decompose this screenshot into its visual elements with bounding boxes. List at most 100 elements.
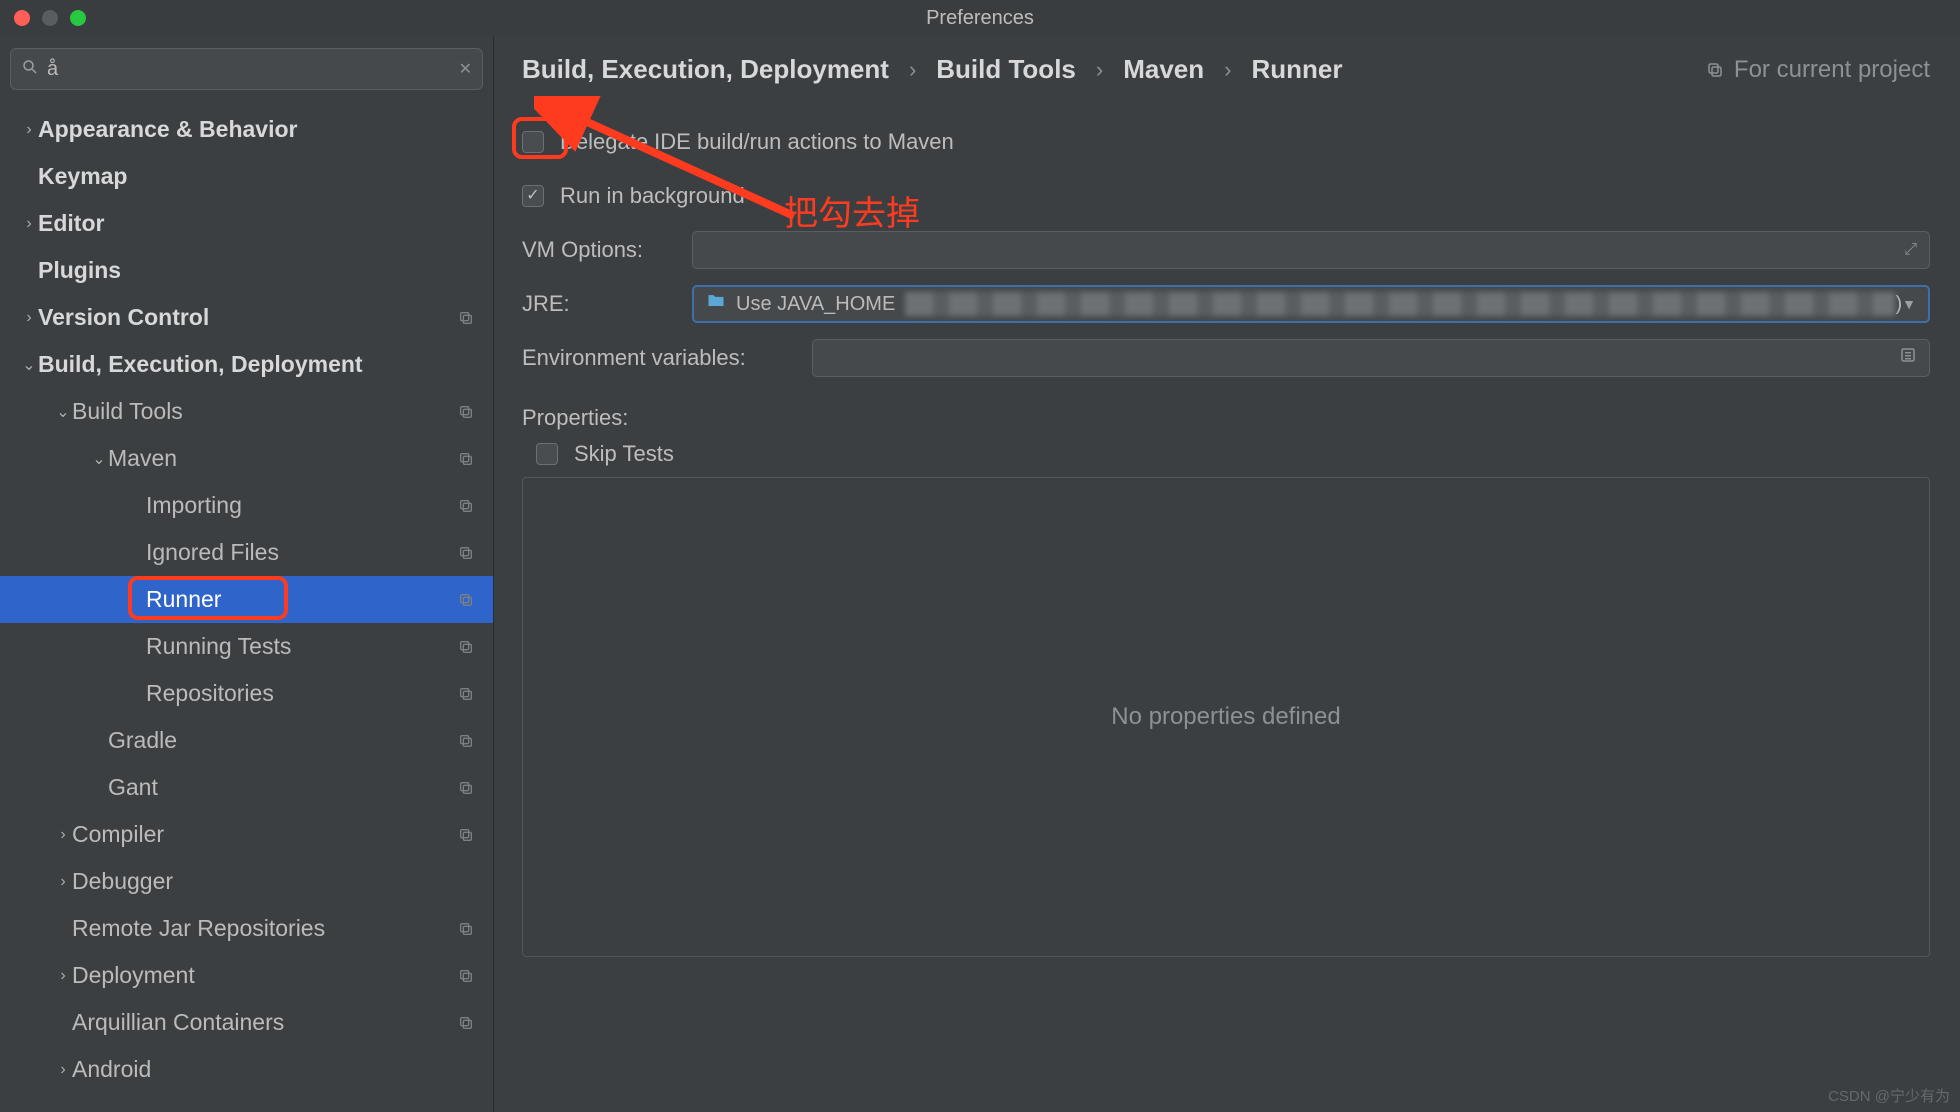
sidebar-item-maven[interactable]: ⌄Maven xyxy=(0,435,493,482)
project-scope-icon xyxy=(457,403,475,421)
sidebar-item-debugger[interactable]: ›Debugger xyxy=(0,858,493,905)
project-scope-icon xyxy=(457,544,475,562)
expand-icon[interactable]: ⤢ xyxy=(1904,241,1917,259)
sidebar-item-label: Plugins xyxy=(38,257,475,284)
sidebar-item-keymap[interactable]: Keymap xyxy=(0,153,493,200)
breadcrumb-item[interactable]: Runner xyxy=(1251,54,1342,85)
chevron-right-icon: › xyxy=(20,215,38,233)
sidebar-item-label: Version Control xyxy=(38,304,457,331)
sidebar-item-appearance-behavior[interactable]: ›Appearance & Behavior xyxy=(0,106,493,153)
sidebar: ✕ ›Appearance & BehaviorKeymap›EditorPlu… xyxy=(0,36,494,1112)
chevron-down-icon: ⌄ xyxy=(54,402,72,422)
env-vars-label: Environment variables: xyxy=(522,345,812,371)
sidebar-item-label: Debugger xyxy=(72,868,475,895)
sidebar-item-label: Runner xyxy=(146,586,457,613)
env-vars-input[interactable] xyxy=(812,339,1930,377)
breadcrumb-item[interactable]: Build Tools xyxy=(936,54,1076,85)
sidebar-item-repositories[interactable]: Repositories xyxy=(0,670,493,717)
sidebar-item-importing[interactable]: Importing xyxy=(0,482,493,529)
project-scope-icon xyxy=(457,779,475,797)
jre-path-redacted xyxy=(905,292,1895,316)
chevron-down-icon: ▼ xyxy=(1902,296,1916,312)
project-scope-icon xyxy=(457,450,475,468)
sidebar-item-arquillian-containers[interactable]: Arquillian Containers xyxy=(0,999,493,1046)
sidebar-item-build-execution-deployment[interactable]: ⌄Build, Execution, Deployment xyxy=(0,341,493,388)
sidebar-item-running-tests[interactable]: Running Tests xyxy=(0,623,493,670)
chevron-right-icon: › xyxy=(54,967,72,985)
project-scope-icon xyxy=(457,1014,475,1032)
sidebar-item-label: Android xyxy=(72,1056,475,1083)
properties-table[interactable]: No properties defined xyxy=(522,477,1930,957)
sidebar-item-label: Editor xyxy=(38,210,475,237)
sidebar-item-editor[interactable]: ›Editor xyxy=(0,200,493,247)
sidebar-item-label: Gant xyxy=(108,774,457,801)
sidebar-item-plugins[interactable]: Plugins xyxy=(0,247,493,294)
chevron-right-icon: › xyxy=(54,1061,72,1079)
sidebar-item-label: Ignored Files xyxy=(146,539,457,566)
breadcrumb-item[interactable]: Build, Execution, Deployment xyxy=(522,54,889,85)
sidebar-item-ignored-files[interactable]: Ignored Files xyxy=(0,529,493,576)
project-scope-icon xyxy=(457,826,475,844)
titlebar: Preferences xyxy=(0,0,1960,36)
breadcrumb-item[interactable]: Maven xyxy=(1123,54,1204,85)
list-icon[interactable] xyxy=(1899,346,1917,370)
sidebar-item-gant[interactable]: Gant xyxy=(0,764,493,811)
jre-value: Use JAVA_HOME xyxy=(736,293,895,316)
no-properties-placeholder: No properties defined xyxy=(1111,703,1340,731)
sidebar-item-label: Remote Jar Repositories xyxy=(72,915,457,942)
project-scope-icon xyxy=(457,967,475,985)
project-scope-icon xyxy=(457,497,475,515)
breadcrumb: Build, Execution, Deployment › Build Tools… xyxy=(522,54,1930,85)
sidebar-item-remote-jar-repositories[interactable]: Remote Jar Repositories xyxy=(0,905,493,952)
sidebar-item-label: Importing xyxy=(146,492,457,519)
folder-icon xyxy=(706,291,726,317)
project-scope-icon xyxy=(457,638,475,656)
jre-label: JRE: xyxy=(522,291,692,317)
settings-tree: ›Appearance & BehaviorKeymap›EditorPlugi… xyxy=(0,100,493,1093)
clear-search-icon[interactable]: ✕ xyxy=(459,59,472,79)
sidebar-item-label: Deployment xyxy=(72,962,457,989)
sidebar-item-runner[interactable]: Runner xyxy=(0,576,493,623)
project-scope-icon xyxy=(457,309,475,327)
sidebar-item-label: Build, Execution, Deployment xyxy=(38,351,475,378)
chevron-right-icon: › xyxy=(54,826,72,844)
delegate-label: Delegate IDE build/run actions to Maven xyxy=(560,129,954,155)
properties-label: Properties: xyxy=(522,405,1930,431)
project-scope-icon xyxy=(457,920,475,938)
watermark: CSDN @宁少有为 xyxy=(1828,1085,1950,1106)
sidebar-item-label: Build Tools xyxy=(72,398,457,425)
settings-search-field[interactable]: ✕ xyxy=(10,48,483,90)
search-icon xyxy=(21,58,39,81)
project-scope-icon xyxy=(457,591,475,609)
project-scope-icon xyxy=(457,685,475,703)
for-current-project-label: For current project xyxy=(1706,56,1930,84)
breadcrumb-separator: › xyxy=(1096,57,1103,83)
chevron-right-icon: › xyxy=(54,873,72,891)
sidebar-item-deployment[interactable]: ›Deployment xyxy=(0,952,493,999)
vm-options-label: VM Options: xyxy=(522,237,692,263)
sidebar-item-label: Appearance & Behavior xyxy=(38,116,475,143)
chevron-right-icon: › xyxy=(20,121,38,139)
sidebar-item-label: Compiler xyxy=(72,821,457,848)
sidebar-item-label: Arquillian Containers xyxy=(72,1009,457,1036)
breadcrumb-separator: › xyxy=(1224,57,1231,83)
chevron-down-icon: ⌄ xyxy=(90,449,108,469)
sidebar-item-label: Running Tests xyxy=(146,633,457,660)
sidebar-item-label: Gradle xyxy=(108,727,457,754)
skip-tests-checkbox[interactable] xyxy=(536,443,558,465)
jre-suffix: ) xyxy=(1895,293,1902,316)
sidebar-item-compiler[interactable]: ›Compiler xyxy=(0,811,493,858)
breadcrumb-separator: › xyxy=(909,57,916,83)
search-input[interactable] xyxy=(47,58,459,81)
window-title: Preferences xyxy=(0,7,1960,30)
sidebar-item-gradle[interactable]: Gradle xyxy=(0,717,493,764)
sidebar-item-android[interactable]: ›Android xyxy=(0,1046,493,1093)
run-background-checkbox[interactable] xyxy=(522,185,544,207)
main-panel: Build, Execution, Deployment › Build Tools… xyxy=(494,36,1960,1112)
jre-dropdown[interactable]: Use JAVA_HOME ) ▼ xyxy=(692,285,1930,323)
sidebar-item-build-tools[interactable]: ⌄Build Tools xyxy=(0,388,493,435)
delegate-checkbox[interactable] xyxy=(522,131,544,153)
sidebar-item-label: Maven xyxy=(108,445,457,472)
vm-options-input[interactable]: ⤢ xyxy=(692,231,1930,269)
sidebar-item-version-control[interactable]: ›Version Control xyxy=(0,294,493,341)
